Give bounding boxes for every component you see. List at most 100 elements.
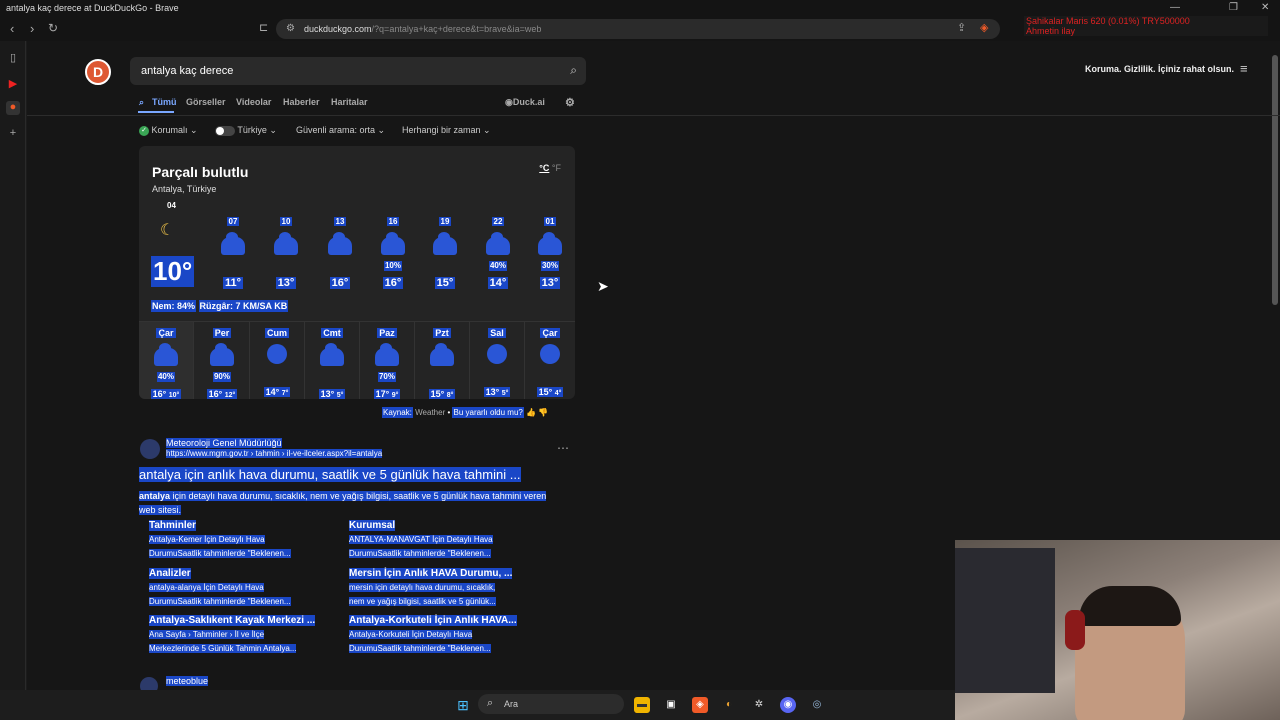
next-result-site[interactable]: meteoblue — [166, 676, 209, 686]
tab-news[interactable]: Haberler — [283, 97, 320, 107]
url-host: duckduckgo.com — [304, 24, 372, 34]
daily-forecast[interactable]: Cmt 13° 5° — [305, 322, 360, 399]
result-title[interactable]: antalya için anlık hava durumu, saatlik … — [139, 467, 521, 482]
cloud-icon — [328, 232, 352, 255]
sun-icon — [267, 344, 287, 364]
unit-c[interactable]: °C — [539, 163, 549, 173]
snippet-text: için detaylı hava durumu, sıcaklık, nem … — [139, 491, 547, 515]
hourly-forecast: 13 16° — [324, 211, 356, 291]
sidebar-panel-icon[interactable]: ▯ — [6, 51, 20, 65]
taskbar-search[interactable]: ⌕ Ara — [478, 694, 624, 714]
precip-chance: 40% — [156, 372, 175, 382]
protection-filter[interactable]: ✓ Korumalı ⌄ — [139, 125, 198, 136]
time-filter[interactable]: Herhangi bir zaman ⌄ — [402, 125, 491, 136]
result-site-name[interactable]: Meteoroloji Genel Müdürlüğü — [166, 438, 282, 448]
close-icon[interactable]: ✕ — [1261, 2, 1269, 13]
humidity: Nem: 84% — [151, 300, 197, 312]
file-explorer-icon[interactable]: ▬ — [634, 697, 650, 713]
brave-icon[interactable]: ◈ — [692, 697, 708, 713]
cloud-rain-icon — [538, 232, 562, 255]
thumbs-up-icon[interactable]: 👍 — [526, 408, 536, 417]
safe-search-filter[interactable]: Güvenli arama: orta ⌄ — [296, 125, 385, 136]
sitelink-desc: DurumuSaatlik tahminlerde "Beklenen... — [149, 597, 291, 606]
daily-forecast[interactable]: Pzt 15° 8° — [415, 322, 470, 399]
menu-icon[interactable]: ≡ — [1240, 61, 1248, 76]
chatgpt-icon[interactable]: ✲ — [751, 697, 767, 713]
sitelink-title[interactable]: Mersin İçin Anlık HAVA Durumu, ... — [349, 568, 513, 579]
windows-start-icon[interactable]: ⊞ — [455, 697, 471, 713]
duckduckgo-logo[interactable]: D — [85, 59, 111, 85]
hour-label: 19 — [438, 217, 452, 226]
sitelink-title[interactable]: Tahminler — [149, 520, 197, 531]
brave-icon[interactable]: ● — [6, 101, 20, 115]
thumbs-down-icon[interactable]: 👎 — [538, 408, 548, 417]
forward-icon[interactable]: › — [30, 21, 34, 36]
youtube-icon[interactable]: ▶ — [6, 77, 20, 91]
day-low: 9° — [391, 392, 399, 399]
reload-icon[interactable]: ↻ — [48, 21, 58, 35]
snippet-bold: antalya — [139, 491, 171, 501]
unit-toggle[interactable]: °C °F — [539, 163, 561, 173]
site-info-icon[interactable]: ⚙ — [286, 23, 295, 34]
tab-all[interactable]: Tümü — [152, 97, 177, 107]
minimize-icon[interactable]: — — [1170, 2, 1180, 13]
sitelink-title[interactable]: Analizler — [149, 568, 191, 579]
tab-videos[interactable]: Videolar — [236, 97, 271, 107]
daily-forecast[interactable]: Cum 14° 7° — [250, 322, 305, 399]
cloud-icon — [274, 232, 298, 255]
sitelink-title[interactable]: Antalya-Korkuteli İçin Anlık HAVA... — [349, 615, 517, 626]
bookmark-icon[interactable]: ⊏ — [259, 21, 268, 34]
address-bar[interactable]: ⚙ duckduckgo.com/?q=antalya+kaç+derece&t… — [276, 19, 1000, 39]
daily-forecast[interactable]: Per 90% 16° 12° — [195, 322, 250, 399]
more-options-icon[interactable]: ⋯ — [557, 441, 569, 455]
store-icon[interactable]: ▣ — [663, 697, 679, 713]
hourly-forecast: 22 40% 14° — [482, 211, 514, 291]
sitelink-title[interactable]: Kurumsal — [349, 520, 396, 531]
region-filter[interactable]: Türkiye ⌄ — [215, 125, 277, 136]
tab-maps[interactable]: Haritalar — [331, 97, 368, 107]
sitelink[interactable]: Tahminler Antalya-Kemer İçin Detaylı Hava… — [149, 519, 329, 561]
sitelink[interactable]: Mersin İçin Anlık HAVA Durumu, ... mersin… — [349, 567, 529, 609]
sitelink[interactable]: Kurumsal ANTALYA-MANAVGAT İçin Detaylı Ha… — [349, 519, 529, 561]
maximize-icon[interactable]: ❐ — [1229, 2, 1238, 13]
day-low: 7° — [281, 390, 289, 397]
hour-label: 10 — [279, 217, 293, 226]
daily-forecast[interactable]: Çar 40% 16° 10° — [139, 322, 194, 399]
day-temps: 13° 5° — [483, 387, 511, 397]
tab-images[interactable]: Görseller — [186, 97, 226, 107]
search-input[interactable]: antalya kaç derece ⌕ — [130, 57, 586, 85]
steam-icon[interactable]: ◎ — [809, 697, 825, 713]
day-temps: 13° 5° — [318, 389, 346, 399]
sitelink[interactable]: Antalya-Korkuteli İçin Anlık HAVA... Anta… — [349, 614, 529, 656]
weather-condition: Parçalı bulutlu — [152, 164, 249, 180]
day-low: 10° — [168, 392, 180, 399]
share-icon[interactable]: ⇪ — [957, 21, 966, 34]
back-icon[interactable]: ‹ — [10, 21, 14, 36]
region-toggle[interactable] — [215, 125, 235, 136]
settings-gear-icon[interactable]: ⚙ — [565, 96, 575, 109]
hour-label: 16 — [386, 217, 400, 226]
sitelink[interactable]: Antalya-Saklıkent Kayak Merkezi ... Ana S… — [149, 614, 329, 656]
current-hour: 04 — [167, 201, 176, 210]
hour-label: 22 — [491, 217, 505, 226]
sitelink-title[interactable]: Antalya-Saklıkent Kayak Merkezi ... — [149, 615, 316, 626]
search-icon[interactable]: ⌕ — [570, 63, 577, 78]
sitelink[interactable]: Analizler antalya-alanya İçin Detaylı Hav… — [149, 567, 329, 609]
daily-forecast[interactable]: Paz 70% 17° 9° — [360, 322, 415, 399]
daily-forecast[interactable]: Sal 13° 5° — [470, 322, 525, 399]
site-favicon — [140, 439, 160, 459]
brave-shields-icon[interactable]: ◈ — [980, 21, 988, 34]
discord-icon[interactable]: ◉ — [780, 697, 796, 713]
precip-chance: 30% — [540, 261, 559, 271]
source-name[interactable]: Weather — [415, 408, 445, 417]
day-label: Per — [212, 328, 232, 338]
day-label: Pzt — [433, 328, 451, 338]
daily-forecast[interactable]: Çar 15° 4° — [525, 322, 575, 399]
scrollbar[interactable] — [1272, 55, 1278, 305]
duck-ai-link[interactable]: ◉ Duck.ai — [505, 97, 545, 108]
app-icon[interactable]: ◐ — [721, 697, 737, 713]
search-icon: ⌕ — [139, 97, 145, 107]
unit-f[interactable]: °F — [552, 163, 561, 173]
add-icon[interactable]: + — [6, 127, 20, 141]
result-url[interactable]: https://www.mgm.gov.tr › tahmin › il-ve-… — [166, 449, 383, 458]
